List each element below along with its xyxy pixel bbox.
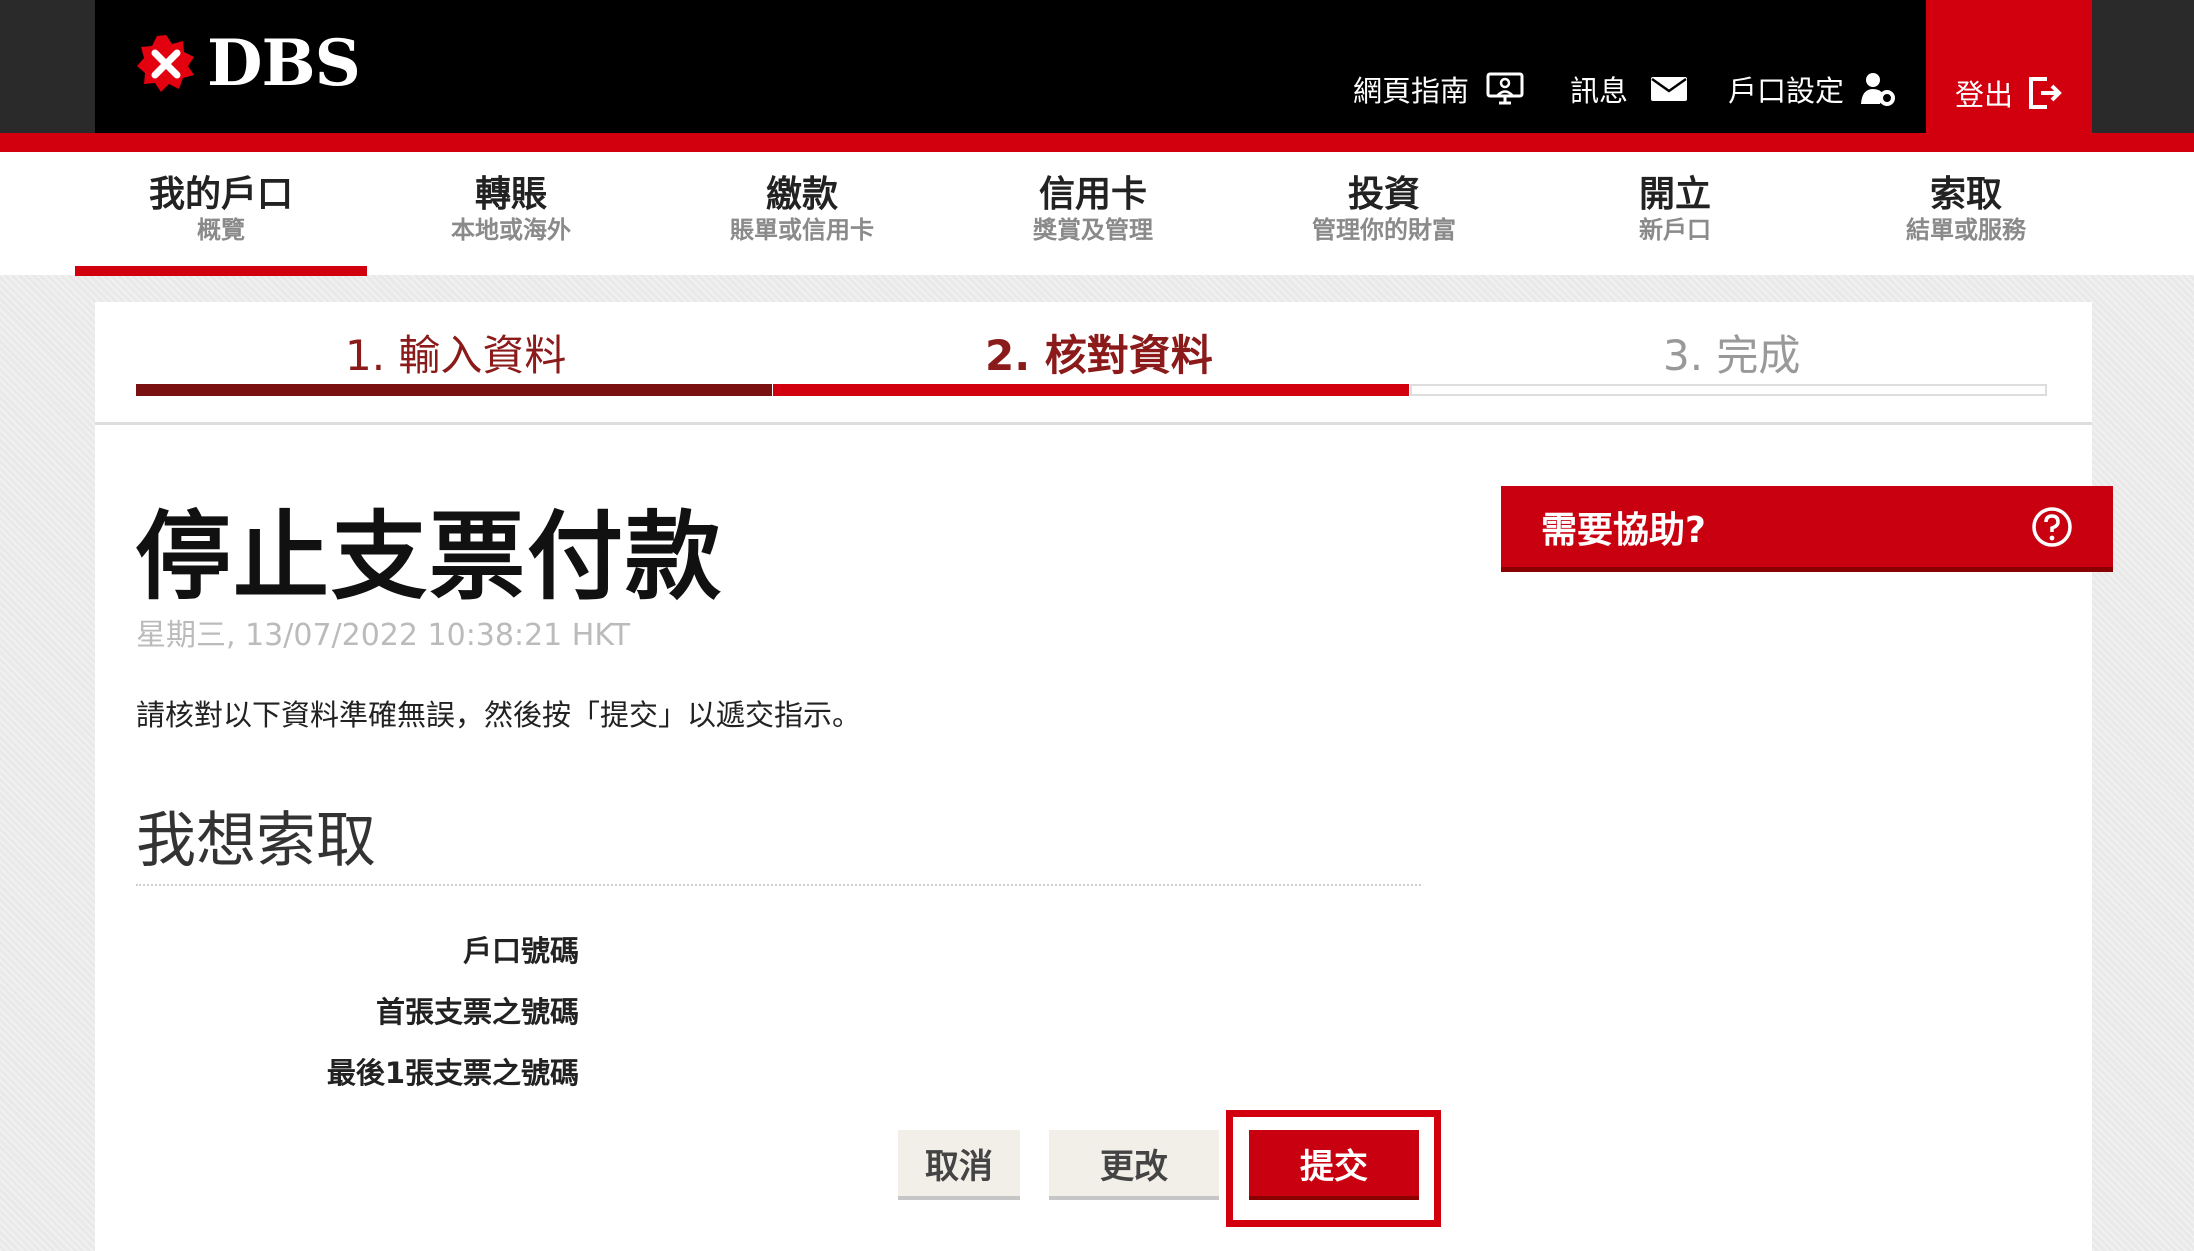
main-nav: 我的戶口 概覽 轉賬 本地或海外 繳款 賬單或信用卡 信用卡 獎賞及管理 投資 … xyxy=(0,152,2194,276)
nav-item-invest[interactable]: 投資 管理你的財富 xyxy=(1239,174,1529,244)
nav-subtitle: 本地或海外 xyxy=(451,216,571,244)
nav-subtitle: 結單或服務 xyxy=(1906,216,2026,244)
step-3-bar xyxy=(1410,384,2047,396)
nav-title: 開立 xyxy=(1638,174,1711,215)
nav-subtitle: 獎賞及管理 xyxy=(1033,216,1153,244)
steps-divider xyxy=(95,422,2092,425)
account-settings-link[interactable]: 戶口設定 xyxy=(1728,68,1896,110)
logout-button[interactable]: 登出 xyxy=(1926,0,2092,133)
monitor-user-icon xyxy=(1486,72,1524,105)
nav-title: 繳款 xyxy=(765,174,838,215)
logout-icon xyxy=(2029,76,2062,109)
nav-item-my-account[interactable]: 我的戶口 概覽 xyxy=(76,174,366,244)
dbs-star-icon xyxy=(135,33,197,95)
envelope-icon xyxy=(1651,77,1688,101)
step-2-label: 2. 核對資料 xyxy=(985,331,1213,380)
account-settings-label: 戶口設定 xyxy=(1728,74,1845,108)
header-red-divider xyxy=(0,133,2194,152)
nav-item-open-account[interactable]: 開立 新戶口 xyxy=(1530,174,1820,244)
step-1-label: 1. 輸入資料 xyxy=(345,331,567,380)
top-header-inner: DBS 網頁指南 訊息 戶口設定 xyxy=(95,0,2092,133)
nav-subtitle: 新戶口 xyxy=(1639,216,1711,244)
site-guide-link[interactable]: 網頁指南 xyxy=(1353,68,1525,110)
step-2-bar xyxy=(773,384,1409,396)
help-panel[interactable]: 需要協助? xyxy=(1501,486,2113,572)
messages-label: 訊息 xyxy=(1570,74,1629,108)
nav-active-indicator xyxy=(75,266,367,276)
nav-item-payment[interactable]: 繳款 賬單或信用卡 xyxy=(657,174,947,244)
site-guide-label: 網頁指南 xyxy=(1353,74,1470,108)
account-number-label: 戶口號碼 xyxy=(462,934,579,968)
nav-item-credit-card[interactable]: 信用卡 獎賞及管理 xyxy=(948,174,1238,244)
nav-item-transfer[interactable]: 轉賬 本地或海外 xyxy=(366,174,656,244)
nav-subtitle: 概覽 xyxy=(197,216,245,244)
first-cheque-label: 首張支票之號碼 xyxy=(375,995,579,1029)
step-3-label: 3. 完成 xyxy=(1663,331,1801,380)
nav-subtitle: 賬單或信用卡 xyxy=(730,216,874,244)
nav-title: 信用卡 xyxy=(1038,174,1147,215)
page-title: 停止支票付款 xyxy=(135,501,723,613)
timestamp: 星期三, 13/07/2022 10:38:21 HKT xyxy=(136,618,631,653)
logout-label: 登出 xyxy=(1954,77,2013,112)
cancel-button[interactable]: 取消 xyxy=(898,1130,1020,1200)
nav-item-request[interactable]: 索取 結單或服務 xyxy=(1821,174,2111,244)
brand-name: DBS xyxy=(207,26,361,101)
nav-title: 索取 xyxy=(1929,174,2002,215)
instruction-text: 請核對以下資料準確無誤，然後按「提交」以遞交指示。 xyxy=(136,698,862,732)
nav-title: 投資 xyxy=(1347,174,1420,215)
step-1-bar xyxy=(136,384,772,396)
question-circle-icon xyxy=(2032,506,2072,547)
modify-button[interactable]: 更改 xyxy=(1049,1130,1219,1200)
section-divider xyxy=(136,884,1421,886)
dbs-logo[interactable]: DBS xyxy=(135,26,361,101)
nav-title: 我的戶口 xyxy=(148,174,293,215)
user-gear-icon xyxy=(1861,73,1896,106)
content-card: 1. 輸入資料 2. 核對資料 3. 完成 停止支票付款 星期三, 13/07/… xyxy=(95,302,2113,1251)
submit-button[interactable]: 提交 xyxy=(1249,1130,1419,1200)
help-label: 需要協助? xyxy=(1541,509,1706,551)
last-cheque-label: 最後1張支票之號碼 xyxy=(326,1056,579,1090)
messages-link[interactable]: 訊息 xyxy=(1570,68,1688,110)
section-title: 我想索取 xyxy=(136,806,376,876)
nav-subtitle: 管理你的財富 xyxy=(1312,216,1456,244)
nav-title: 轉賬 xyxy=(474,174,547,215)
